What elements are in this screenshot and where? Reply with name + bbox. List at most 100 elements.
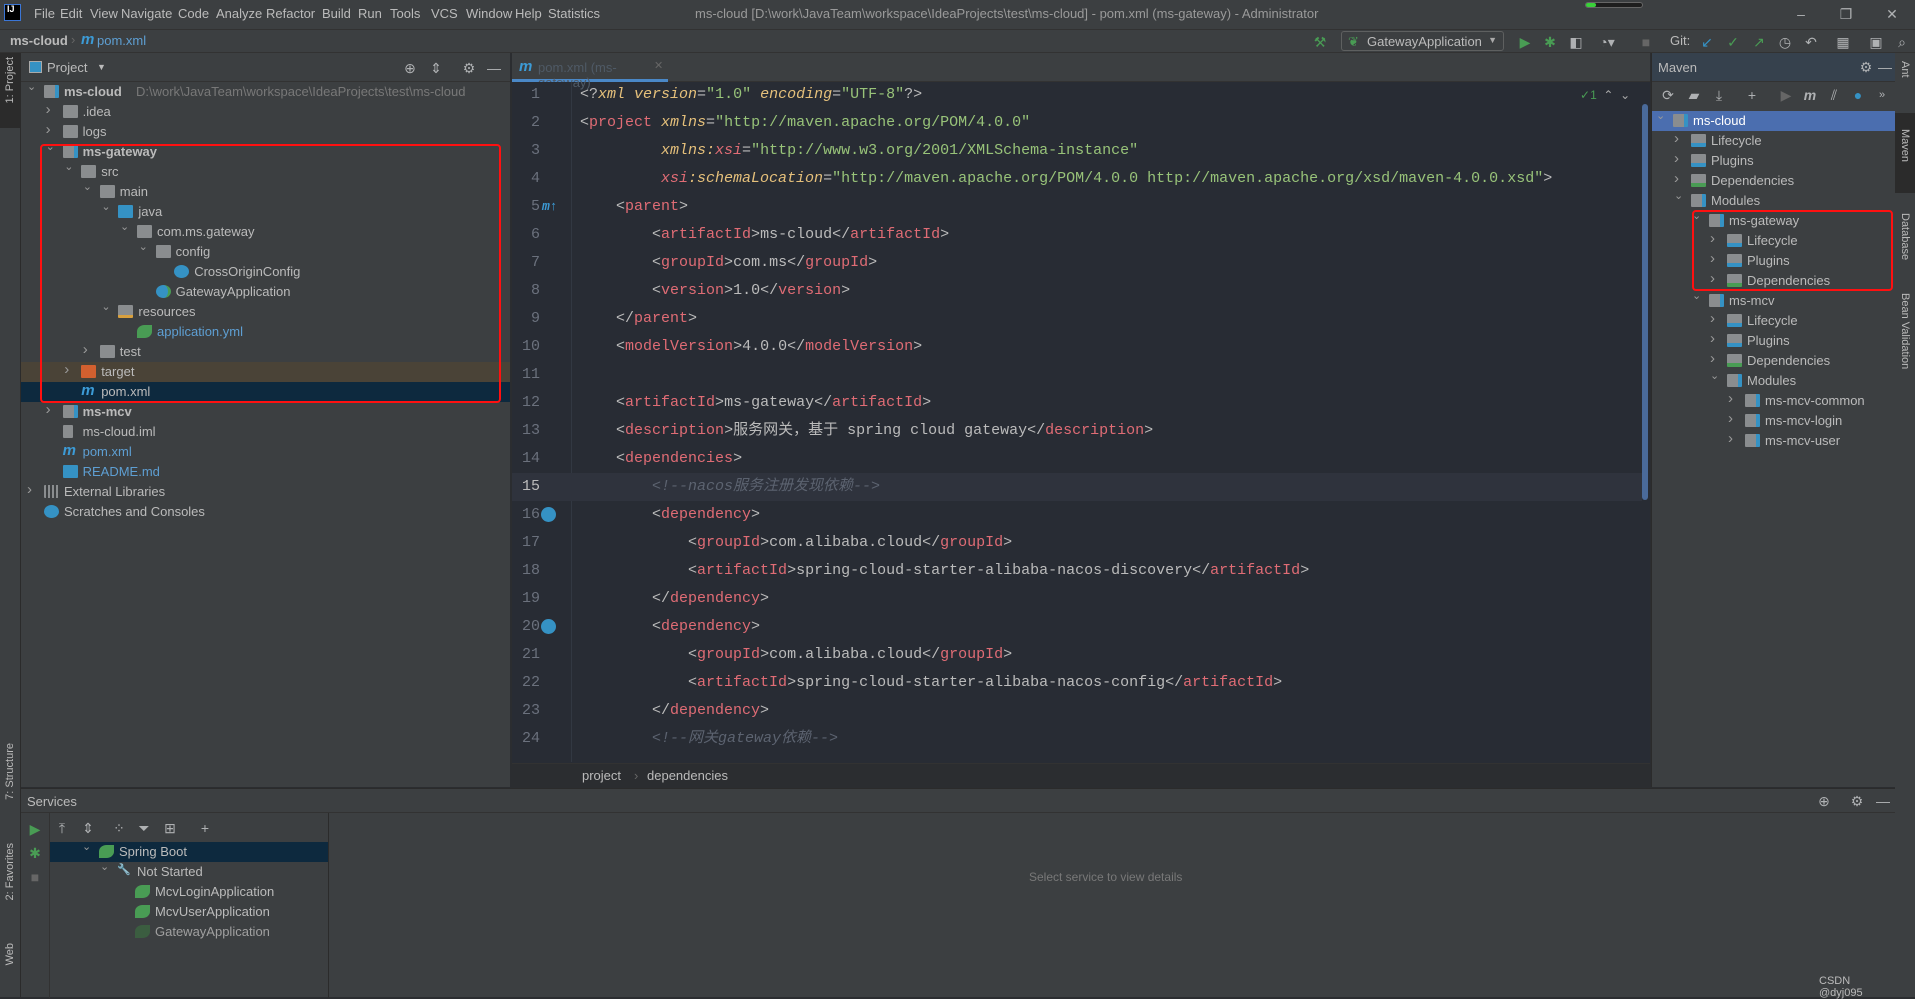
maven-item[interactable]: › Dependencies — [1652, 350, 1895, 371]
project-view-selector[interactable]: Project — [47, 60, 87, 75]
stop-icon[interactable]: ■ — [25, 867, 45, 887]
dependency-gutter-icon[interactable] — [541, 507, 556, 522]
chevron-right-icon[interactable]: › — [1710, 350, 1715, 367]
code-line[interactable]: 10 <modelVersion>4.0.0</modelVersion> — [512, 333, 1642, 361]
reload-icon[interactable]: ⟳ — [1658, 85, 1678, 105]
menu-tools[interactable]: Tools — [390, 6, 420, 21]
menu-navigate[interactable]: Navigate — [121, 6, 172, 21]
services-item[interactable]: ⌄ Spring Boot — [50, 840, 328, 862]
menu-build[interactable]: Build — [322, 6, 351, 21]
project-item[interactable]: Scratches and Consoles — [21, 502, 510, 522]
run-icon[interactable]: ▶ — [1515, 32, 1535, 52]
ant-tool-button[interactable]: Ant — [1899, 61, 1911, 78]
close-tab-icon[interactable]: ✕ — [654, 59, 663, 72]
chevron-right-icon[interactable]: › — [1728, 430, 1733, 447]
rollback-icon[interactable]: ↶ — [1801, 32, 1821, 52]
services-item[interactable]: McvUserApplication — [50, 902, 328, 922]
code-line[interactable]: 11 — [512, 361, 1642, 389]
code-line[interactable]: 1 <?xml version="1.0" encoding="UTF-8"?> — [512, 81, 1642, 109]
breadcrumb-file[interactable]: pom.xml — [97, 33, 146, 48]
maven-item[interactable]: › Lifecycle — [1652, 310, 1895, 331]
chevron-right-icon[interactable]: › — [46, 401, 51, 418]
bean-validation-tool-button[interactable]: Bean Validation — [1899, 293, 1911, 369]
chevron-down-icon[interactable]: ⌄ — [1710, 369, 1719, 382]
run-icon[interactable]: ▶ — [1776, 85, 1796, 105]
project-structure-icon[interactable]: ▦ — [1833, 32, 1853, 52]
maven-item[interactable]: › ms-mcv-login — [1652, 410, 1895, 431]
expand-all-icon[interactable]: ⤒ — [52, 818, 72, 838]
hide-icon[interactable]: — — [484, 58, 504, 78]
menu-file[interactable]: File — [34, 6, 55, 21]
breadcrumb-project[interactable]: ms-cloud — [10, 33, 68, 48]
favorites-tool-button[interactable]: 2: Favorites — [4, 843, 16, 900]
project-item[interactable]: ms-cloud.iml — [21, 422, 510, 442]
code-line[interactable]: 19 </dependency> — [512, 585, 1642, 613]
code-line[interactable]: 23 </dependency> — [512, 697, 1642, 725]
maven-parent-gutter-icon[interactable]: m↑ — [542, 193, 558, 221]
debug-icon[interactable]: ✱ — [25, 843, 45, 863]
git-push-icon[interactable]: ↗ — [1749, 32, 1769, 52]
code-line[interactable]: 22 <artifactId>spring-cloud-starter-alib… — [512, 669, 1642, 697]
menu-analyze[interactable]: Analyze — [216, 6, 262, 21]
code-line[interactable]: 14 <dependencies> — [512, 445, 1642, 473]
group-by-icon[interactable]: ⁘ — [109, 818, 129, 838]
editor-scrollbar[interactable] — [1642, 104, 1648, 500]
code-line[interactable]: 12 <artifactId>ms-gateway</artifactId> — [512, 389, 1642, 417]
chevron-right-icon[interactable]: › — [1674, 150, 1679, 167]
new-tab-icon[interactable]: ⊞ — [160, 818, 180, 838]
menu-run[interactable]: Run — [358, 6, 382, 21]
chevron-down-icon[interactable]: ⌄ — [82, 840, 91, 853]
structure-tool-button[interactable]: 7: Structure — [4, 743, 16, 800]
filter-icon[interactable]: ⏷ — [134, 818, 154, 838]
run-icon[interactable]: ▶ — [25, 819, 45, 839]
git-commit-icon[interactable]: ✓ — [1723, 32, 1743, 52]
code-line[interactable]: 13 <description>服务网关，基于 spring cloud gat… — [512, 417, 1642, 445]
gear-icon[interactable]: ⚙ — [1857, 58, 1875, 76]
memory-indicator[interactable] — [1585, 2, 1643, 8]
run-configuration-dropdown[interactable]: ❦ GatewayApplication ▼ — [1341, 31, 1504, 51]
more-icon[interactable]: » — [1874, 85, 1890, 105]
code-line[interactable]: 8 <version>1.0</version> — [512, 277, 1642, 305]
code-line[interactable]: 16 <dependency> — [512, 501, 1642, 529]
code-line[interactable]: 17 <groupId>com.alibaba.cloud</groupId> — [512, 529, 1642, 557]
maven-goal-icon[interactable]: m — [1800, 85, 1820, 105]
search-icon[interactable]: ⌕ — [1892, 32, 1912, 52]
maven-item[interactable]: ⌄ ms-cloud — [1652, 110, 1895, 131]
menu-statistics[interactable]: Statistics — [548, 6, 600, 21]
build-hammer-icon[interactable]: ⚒ — [1310, 32, 1330, 52]
locate-icon[interactable]: ⊕ — [1814, 791, 1834, 811]
breadcrumb-project[interactable]: project — [582, 768, 621, 783]
code-line[interactable]: 18 <artifactId>spring-cloud-starter-alib… — [512, 557, 1642, 585]
chevron-down-icon[interactable]: ⌄ — [27, 80, 36, 93]
chevron-right-icon[interactable]: › — [1728, 390, 1733, 407]
maven-item[interactable]: ⌄ Modules — [1652, 369, 1895, 391]
web-tool-button[interactable]: Web — [4, 943, 16, 965]
project-item[interactable]: ⌄ ms-cloud D:\work\JavaTeam\workspace\Idea… — [21, 80, 510, 102]
code-line[interactable]: 5 <parent> m↑ — [512, 193, 1642, 221]
project-item[interactable]: m pom.xml — [21, 442, 510, 462]
services-item[interactable]: McvLoginApplication — [50, 882, 328, 902]
chevron-down-icon[interactable]: ⌄ — [100, 860, 109, 873]
chevron-right-icon[interactable]: › — [27, 481, 32, 498]
chevron-down-icon[interactable]: ▼ — [97, 62, 106, 72]
maven-item[interactable]: › ms-mcv-user — [1652, 430, 1895, 451]
code-line[interactable]: 2 <project xmlns="http://maven.apache.org… — [512, 109, 1642, 137]
database-tool-button[interactable]: Database — [1899, 213, 1911, 260]
chevron-right-icon[interactable]: › — [46, 121, 51, 138]
skip-tests-icon[interactable]: ⫽ — [1824, 85, 1844, 105]
code-line[interactable]: 21 <groupId>com.alibaba.cloud</groupId> — [512, 641, 1642, 669]
project-item[interactable]: › External Libraries — [21, 481, 510, 502]
chevron-right-icon[interactable]: › — [1674, 170, 1679, 187]
locate-icon[interactable]: ⊕ — [400, 58, 420, 78]
stop-icon[interactable]: ■ — [1636, 32, 1656, 52]
menu-vcs[interactable]: VCS — [431, 6, 458, 21]
project-item[interactable]: › logs — [21, 121, 510, 142]
chevron-down-icon[interactable]: ⌄ — [1674, 189, 1683, 202]
dependency-gutter-icon[interactable] — [541, 619, 556, 634]
menu-edit[interactable]: Edit — [60, 6, 82, 21]
services-item[interactable]: ⌄ 🔧 Not Started — [50, 860, 328, 882]
menu-refactor[interactable]: Refactor — [266, 6, 315, 21]
code-line[interactable]: 6 <artifactId>ms-cloud</artifactId> — [512, 221, 1642, 249]
hide-icon[interactable]: — — [1873, 791, 1893, 811]
maven-item[interactable]: › Plugins — [1652, 330, 1895, 351]
